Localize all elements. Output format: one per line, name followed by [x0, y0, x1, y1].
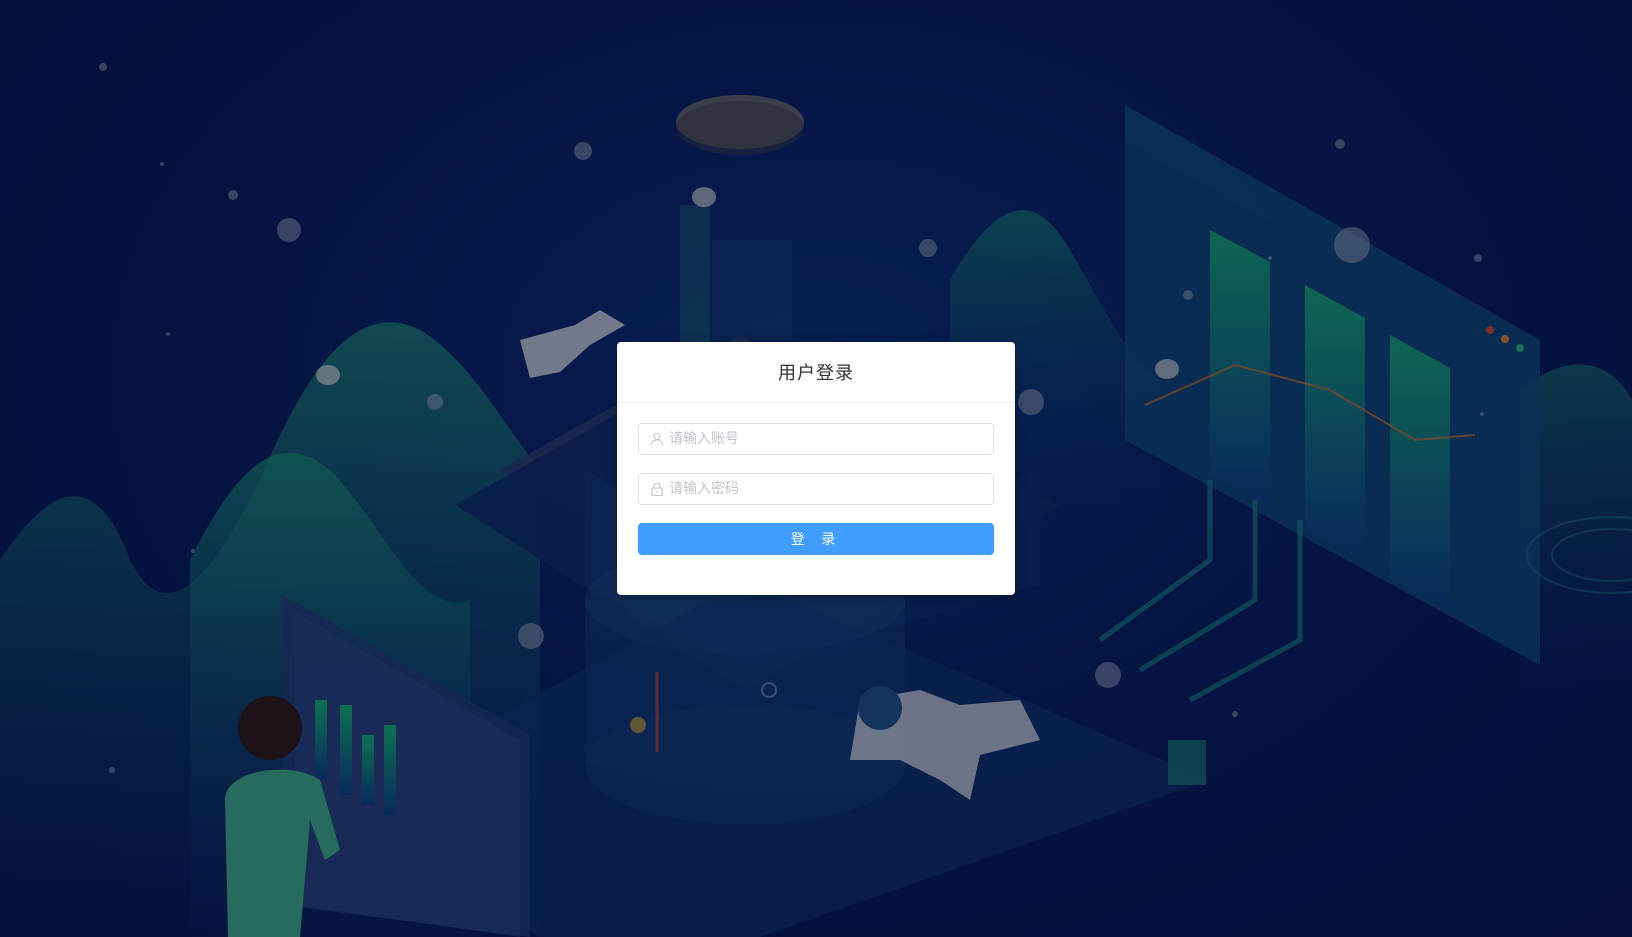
card-header: 用户登录 [617, 342, 1015, 403]
login-button[interactable]: 登 录 [638, 523, 994, 555]
password-input[interactable] [669, 474, 987, 504]
username-field[interactable] [638, 423, 994, 455]
login-card: 用户登录 登 录 [617, 342, 1015, 595]
user-icon [650, 432, 664, 446]
username-input[interactable] [669, 424, 987, 454]
login-form: 登 录 [617, 403, 1015, 555]
lock-icon [651, 482, 663, 496]
password-field[interactable] [638, 473, 994, 505]
login-page: 用户登录 登 录 [0, 0, 1632, 937]
login-title: 用户登录 [778, 363, 854, 384]
